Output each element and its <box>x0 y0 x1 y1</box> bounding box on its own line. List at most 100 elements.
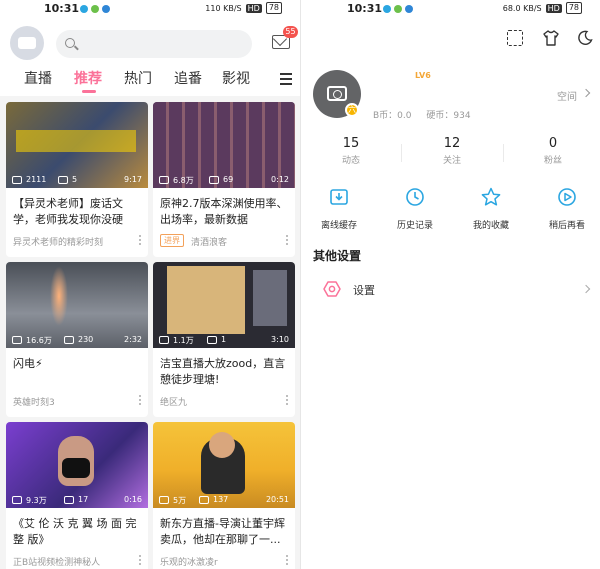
app-notification-icon <box>405 5 413 13</box>
coin-info: B币：0.0 硬币：934 <box>373 108 483 121</box>
profile-stats: 15 动态 12 关注 0 粉丝 <box>301 136 600 170</box>
chevron-right-icon <box>581 88 591 98</box>
tab-recommend[interactable]: 推荐 <box>74 68 102 88</box>
video-meta: 6.8万 69 0:12 <box>153 172 295 188</box>
history-button[interactable]: 历史记录 <box>385 186 445 231</box>
quick-actions: 离线缓存 历史记录 我的收藏 稍后再看 <box>301 186 600 231</box>
shirt-icon[interactable] <box>543 30 559 46</box>
night-mode-icon[interactable] <box>577 30 593 46</box>
watch-later-icon <box>558 188 576 206</box>
play-count-icon <box>12 176 22 184</box>
duration: 0:12 <box>271 175 289 184</box>
video-card[interactable]: 5万 137 20:51 新东方直播-导演让董宇辉卖瓜，他却在那聊了一... 乐… <box>153 422 295 569</box>
status-time: 10:31 <box>347 2 383 15</box>
tab-live[interactable]: 直播 <box>24 68 52 88</box>
play-count-icon <box>159 496 169 504</box>
tab-indicator <box>82 90 96 93</box>
view-count: 1.1万 <box>173 336 194 345</box>
stat-divider <box>401 144 402 162</box>
section-title: 其他设置 <box>313 249 362 263</box>
more-icon[interactable] <box>139 395 142 407</box>
video-card[interactable]: 1.1万 1 3:10 洁宝直播大放zood，直言憩徒步理塘! 绝区九 <box>153 262 295 417</box>
go-board-art <box>167 266 245 334</box>
action-label: 我的收藏 <box>472 221 509 231</box>
level-dot: 六 <box>345 103 359 117</box>
uploader-name: 英雄时刻3 <box>13 398 55 408</box>
profile-toolbar <box>301 30 600 50</box>
video-title: 闪电⚡ <box>13 357 43 370</box>
more-icon[interactable] <box>139 235 142 247</box>
battery-icon: 78 <box>565 2 582 14</box>
stat-label: 粉丝 <box>543 156 562 166</box>
bcoin-balance: B币：0.0 <box>373 111 412 121</box>
action-label: 离线缓存 <box>320 221 357 231</box>
video-meta: 5万 137 20:51 <box>153 492 295 508</box>
danmaku-icon <box>209 176 219 184</box>
stat-followers[interactable]: 0 粉丝 <box>523 136 583 166</box>
stat-number: 0 <box>548 136 558 151</box>
settings-label: 设置 <box>353 284 375 297</box>
hd-badge: HD <box>545 3 562 13</box>
tab-hot[interactable]: 热门 <box>124 68 152 88</box>
tab-bangumi[interactable]: 追番 <box>174 68 202 88</box>
action-label: 历史记录 <box>396 221 433 231</box>
stat-dynamics[interactable]: 15 动态 <box>321 136 381 166</box>
video-card[interactable]: 2111 5 9:17 【异灵术老师】废话文学，老师我发现你没硬币... 异灵术… <box>6 102 148 257</box>
level-badge: LV6 <box>415 71 431 80</box>
uploader-name: 清酒浪客 <box>191 238 228 248</box>
video-title: 《艾 伦 沃 克 翼 场 面 完 整 版》 <box>13 517 137 546</box>
settings-item[interactable]: 设置 <box>301 274 600 304</box>
scan-icon[interactable] <box>507 30 523 46</box>
streamer-art <box>253 270 287 326</box>
battery-icon: 78 <box>265 2 282 14</box>
offline-cache-button[interactable]: 离线缓存 <box>309 186 369 231</box>
view-count: 6.8万 <box>173 176 194 185</box>
more-icon[interactable] <box>286 555 289 567</box>
status-bar: 10:31 110 KB/S HD 78 <box>0 0 300 18</box>
space-link[interactable]: 空间 <box>557 88 577 103</box>
notification-icons <box>383 5 413 13</box>
uploader-name: 乐观的冰激凌r <box>160 558 218 568</box>
danmaku-count: 137 <box>213 495 229 504</box>
duration: 3:10 <box>271 335 289 344</box>
video-title: 新东方直播-导演让董宇辉卖瓜，他却在那聊了一... <box>160 517 285 546</box>
status-right: 68.0 KB/S HD 78 <box>503 2 582 14</box>
status-right: 110 KB/S HD 78 <box>205 2 282 14</box>
download-icon <box>330 189 348 205</box>
avatar[interactable] <box>10 26 44 60</box>
video-title: 原神2.7版本深渊使用率、出场率，最新数据 <box>160 197 288 226</box>
uploader-name: 正B站视频检测神秘人 <box>13 558 101 568</box>
settings-gear-icon <box>323 281 341 297</box>
video-meta: 1.1万 1 3:10 <box>153 332 295 348</box>
view-count: 16.6万 <box>26 336 52 345</box>
play-count-icon <box>159 176 169 184</box>
tab-movies[interactable]: 影视 <box>222 68 250 88</box>
favorites-button[interactable]: 我的收藏 <box>461 186 521 231</box>
mask-art <box>62 458 90 478</box>
status-time: 10:31 <box>44 2 80 15</box>
danmaku-count: 230 <box>78 335 94 344</box>
star-icon <box>481 187 501 206</box>
search-icon <box>65 38 75 48</box>
danmaku-count: 1 <box>221 335 227 344</box>
danmaku-count: 69 <box>223 175 234 184</box>
home-screen: 10:31 110 KB/S HD 78 55 直播 推荐 热门 追番 影视 2… <box>0 0 300 569</box>
more-icon[interactable] <box>286 395 289 407</box>
video-card[interactable]: 16.6万 230 2:32 闪电⚡ 英雄时刻3 <box>6 262 148 417</box>
top-header: 55 <box>0 18 300 64</box>
menu-icon[interactable] <box>280 73 292 88</box>
video-card[interactable]: 9.3万 17 0:16 《艾 伦 沃 克 翼 场 面 完 整 版》 正B站视频… <box>6 422 148 569</box>
danmaku-icon <box>207 336 217 344</box>
more-icon[interactable] <box>139 555 142 567</box>
stat-following[interactable]: 12 关注 <box>422 136 482 166</box>
video-card[interactable]: 6.8万 69 0:12 原神2.7版本深渊使用率、出场率，最新数据 进界 清酒… <box>153 102 295 257</box>
more-icon[interactable] <box>286 235 289 247</box>
danmaku-icon <box>64 496 74 504</box>
duration: 20:51 <box>265 495 289 504</box>
lightning-art <box>50 266 68 326</box>
watch-later-button[interactable]: 稍后再看 <box>537 186 597 231</box>
chevron-right-icon <box>581 284 591 294</box>
search-input[interactable] <box>56 30 252 58</box>
play-count-icon <box>159 336 169 344</box>
profile-screen: 10:31 68.0 KB/S HD 78 六 LV6 空间 B币：0.0 硬币… <box>301 0 600 569</box>
